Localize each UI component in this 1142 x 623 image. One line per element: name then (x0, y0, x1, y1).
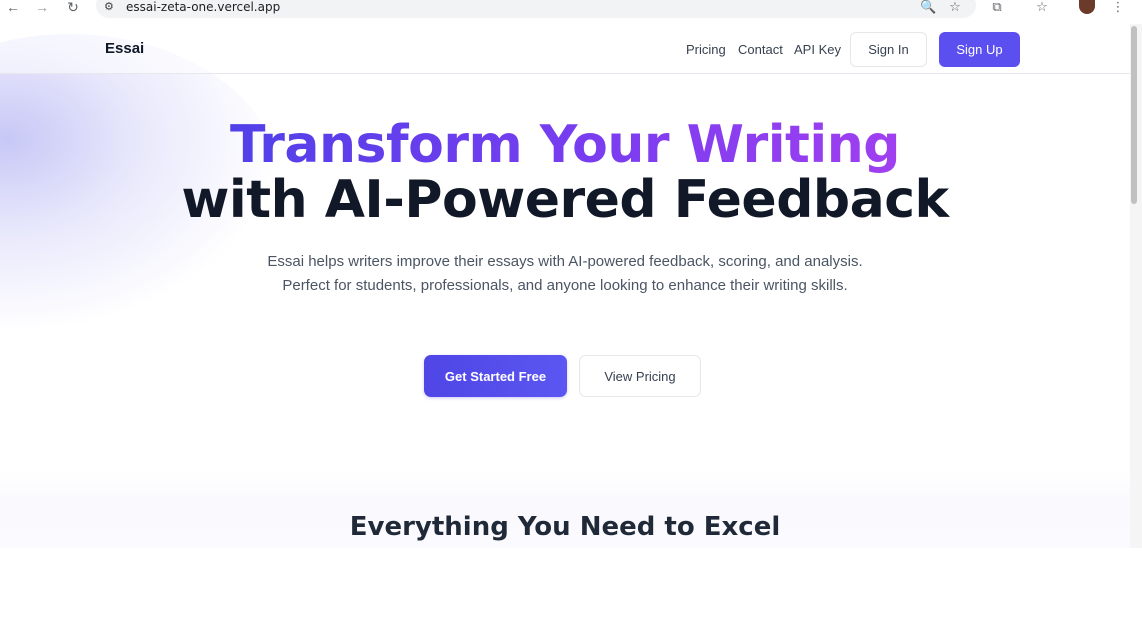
url-text[interactable]: essai-zeta-one.vercel.app (126, 0, 280, 14)
menu-icon[interactable]: ⋮ (1110, 0, 1126, 14)
brand-logo[interactable]: Essai (105, 40, 144, 57)
hero-description: Essai helps writers improve their essays… (267, 253, 863, 294)
get-started-button[interactable]: Get Started Free (424, 355, 567, 397)
zoom-icon[interactable]: 🔍 (920, 0, 936, 14)
extensions-icon[interactable]: ⧉ (989, 0, 1005, 14)
forward-icon[interactable]: → (32, 0, 52, 14)
reload-icon[interactable]: ↻ (63, 0, 83, 14)
site-info-icon[interactable]: ⚙ (104, 0, 114, 13)
page: Essai Pricing Contact API Key Sign In Si… (0, 24, 1130, 548)
bookmark-star-icon[interactable]: ☆ (947, 0, 963, 14)
back-icon[interactable]: ← (3, 0, 23, 14)
sign-up-button[interactable]: Sign Up (939, 32, 1020, 67)
site-header: Essai Pricing Contact API Key Sign In Si… (0, 24, 1130, 74)
hero-title-gradient: Transform Your Writing (230, 115, 900, 175)
features-heading: Everything You Need to Excel (349, 512, 781, 542)
bookmarks-icon[interactable]: ☆ (1034, 0, 1050, 14)
profile-avatar[interactable] (1079, 0, 1095, 14)
browser-toolbar: ← → ↻ ⚙ essai-zeta-one.vercel.app 🔍 ☆ ⧉ … (0, 0, 1142, 24)
view-pricing-button[interactable]: View Pricing (579, 355, 701, 397)
nav-pricing[interactable]: Pricing (686, 42, 726, 57)
sign-in-button[interactable]: Sign In (850, 32, 927, 67)
hero-title-line2: with AI-Powered Feedback (181, 170, 949, 230)
bottom-area (0, 548, 1142, 623)
hero-title-line1: Transform Your Writing (0, 115, 1130, 175)
scrollbar-thumb[interactable] (1131, 26, 1137, 204)
nav-api-key[interactable]: API Key (794, 42, 841, 57)
nav-contact[interactable]: Contact (738, 42, 783, 57)
